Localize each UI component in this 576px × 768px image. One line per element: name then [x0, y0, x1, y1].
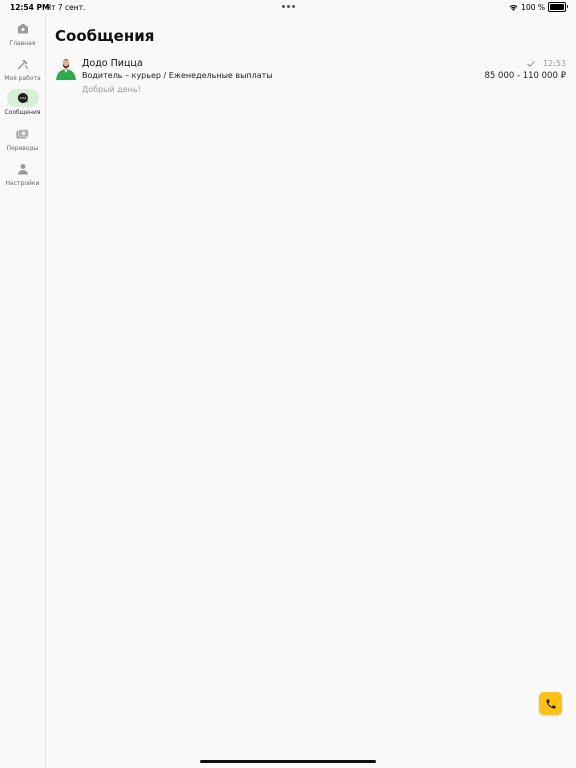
sidebar-item-label: Главная	[9, 40, 36, 47]
messages-screen: 12:54 PM Чт 7 сент. 100 % Главная Моя ра…	[0, 0, 576, 768]
status-date: Чт 7 сент.	[46, 3, 86, 12]
call-button[interactable]	[539, 692, 562, 715]
battery-level	[550, 4, 564, 10]
multitasking-dots-icon[interactable]	[282, 5, 295, 8]
chat-meta: 12:53	[527, 59, 566, 68]
status-time: 12:54 PM	[10, 3, 50, 12]
sidebar-item-my-work[interactable]: Моя работа	[0, 55, 45, 82]
sidebar-item-label: Сообщения	[4, 109, 41, 116]
chat-vacancy-title: Водитель – курьер / Еженедельные выплаты	[82, 71, 273, 80]
wifi-icon	[509, 4, 518, 11]
dodo-avatar-icon	[56, 59, 76, 80]
sidebar-item-home[interactable]: Главная	[0, 20, 45, 47]
home-indicator[interactable]	[200, 760, 376, 763]
sidebar: Главная Моя работа Сообщения Переводы На…	[0, 14, 46, 768]
status-indicators: 100 %	[509, 2, 568, 12]
sidebar-item-transfers[interactable]: Переводы	[0, 125, 45, 152]
battery-icon	[548, 2, 568, 12]
tools-icon	[7, 55, 39, 73]
avatar	[55, 57, 77, 81]
sidebar-item-label: Моя работа	[4, 75, 41, 82]
money-icon	[7, 125, 39, 143]
status-bar: 12:54 PM Чт 7 сент. 100 %	[0, 0, 576, 14]
sidebar-item-messages[interactable]: Сообщения	[0, 89, 45, 116]
home-icon	[7, 20, 39, 38]
chat-list-item[interactable]: Додо Пицца Водитель – курьер / Еженедель…	[55, 55, 570, 99]
chat-last-message: Добрый день!	[82, 85, 141, 94]
phone-icon	[546, 699, 555, 708]
page-title: Сообщения	[55, 27, 155, 45]
battery-percent: 100 %	[521, 2, 545, 12]
sidebar-item-settings[interactable]: Настройки	[0, 160, 45, 187]
sidebar-item-label: Настройки	[5, 180, 40, 187]
chat-icon	[6, 89, 39, 107]
checkmark-icon	[527, 60, 535, 67]
chat-time: 12:53	[542, 59, 566, 68]
person-icon	[7, 160, 39, 178]
chat-salary: 85 000 - 110 000 ₽	[484, 71, 566, 81]
chat-company-name: Додо Пицца	[82, 58, 143, 69]
sidebar-item-label: Переводы	[6, 145, 39, 152]
